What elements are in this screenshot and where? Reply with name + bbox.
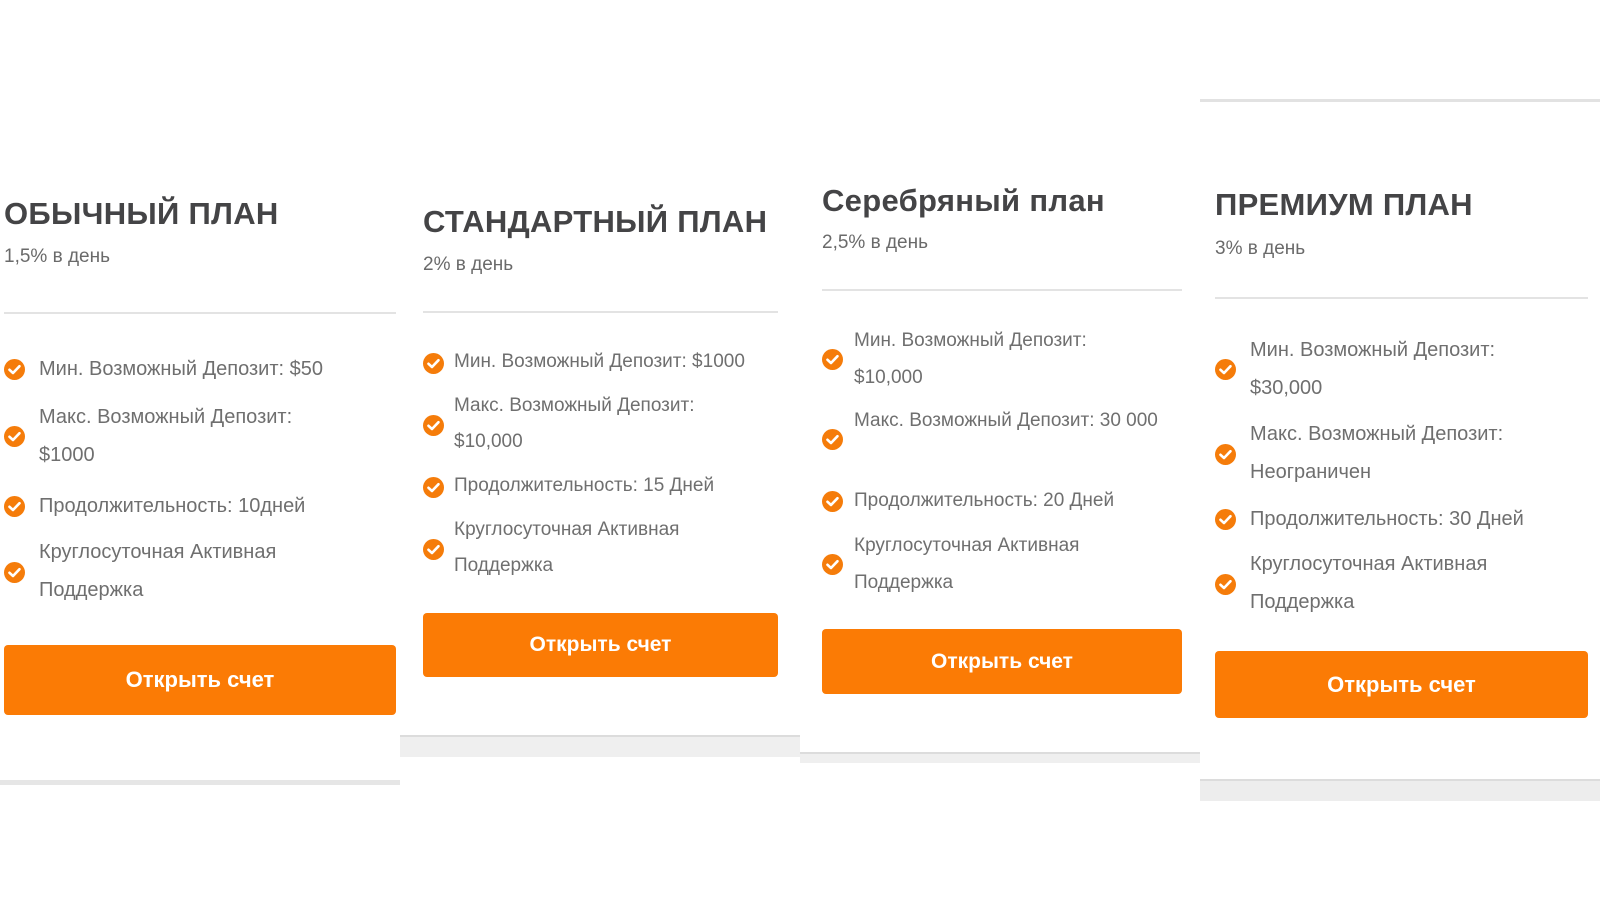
check-circle-icon: [4, 496, 25, 517]
plan-rate: 2,5% в день: [822, 232, 929, 253]
check-circle-icon: [423, 353, 444, 374]
plan-title: Серебряный план: [822, 183, 1105, 218]
feature-text: Круглосуточная Активная Поддержка: [454, 519, 680, 576]
open-account-button[interactable]: Открыть счет: [822, 629, 1182, 694]
divider: [4, 312, 396, 314]
plan-rate: 3% в день: [1215, 238, 1306, 259]
plan-card-standard: СТАНДАРТНЫЙ ПЛАН 2% в день Мин. Возможны…: [400, 0, 800, 900]
check-circle-icon: [423, 477, 444, 498]
check-circle-icon: [1215, 509, 1236, 530]
check-circle-icon: [822, 429, 843, 450]
open-account-button[interactable]: Открыть счет: [4, 645, 396, 715]
open-account-button[interactable]: Открыть счет: [423, 613, 778, 677]
card-bottom-edge: [1200, 780, 1600, 801]
divider: [822, 289, 1182, 291]
feature-text: Мин. Возможный Депозит: $50: [39, 358, 323, 380]
plan-title: ОБЫЧНЫЙ ПЛАН: [4, 196, 279, 231]
check-circle-icon: [1215, 359, 1236, 380]
plan-title: ПРЕМИУМ ПЛАН: [1215, 187, 1473, 222]
feature-text: Продолжительность: 10дней: [39, 495, 306, 517]
feature-text: Продолжительность: 15 Дней: [454, 475, 715, 496]
card-bottom-edge-line: [400, 735, 800, 737]
check-circle-icon: [1215, 444, 1236, 465]
feature-text: Мин. Возможный Депозит: $30,000: [1250, 339, 1496, 399]
card-bottom-edge: [400, 737, 800, 757]
card-bottom-edge: [800, 753, 1200, 763]
feature-text: Продолжительность: 20 Дней: [854, 490, 1115, 511]
feature-text: Мин. Возможный Депозит: $1000: [454, 351, 745, 372]
open-account-button[interactable]: Открыть счет: [1215, 651, 1588, 718]
divider: [1215, 297, 1588, 299]
plan-rate: 2% в день: [423, 254, 514, 275]
check-circle-icon: [4, 426, 25, 447]
plan-card-basic: ОБЫЧНЫЙ ПЛАН 1,5% в день Мин. Возможный …: [0, 0, 400, 900]
divider: [423, 311, 778, 313]
check-circle-icon: [822, 349, 843, 370]
check-circle-icon: [822, 554, 843, 575]
check-circle-icon: [1215, 574, 1236, 595]
feature-text: Макс. Возможный Депозит: Неограничен: [1250, 423, 1504, 483]
feature-text: Продолжительность: 30 Дней: [1250, 508, 1524, 530]
plan-title: СТАНДАРТНЫЙ ПЛАН: [423, 204, 768, 239]
card-top-edge: [1200, 99, 1600, 102]
check-circle-icon: [423, 539, 444, 560]
plan-card-silver: Серебряный план 2,5% в день Мин. Возможн…: [800, 0, 1200, 900]
feature-text: Макс. Возможный Депозит: $10,000: [454, 395, 695, 452]
check-circle-icon: [4, 562, 25, 583]
plan-rate: 1,5% в день: [4, 246, 111, 267]
feature-text: Макс. Возможный Депозит: $1000: [39, 406, 293, 466]
card-bottom-edge-line: [800, 752, 1200, 754]
check-circle-icon: [822, 491, 843, 512]
card-bottom-edge-line: [1200, 779, 1600, 781]
feature-text: Круглосуточная Активная Поддержка: [1250, 553, 1488, 613]
feature-text: Мин. Возможный Депозит: $10,000: [854, 330, 1087, 388]
card-bottom-edge: [0, 780, 400, 785]
feature-text: Круглосуточная Активная Поддержка: [39, 541, 277, 601]
feature-text: Круглосуточная Активная Поддержка: [854, 535, 1080, 593]
feature-text: Макс. Возможный Депозит: 30 000: [854, 410, 1158, 431]
plan-card-premium: ПРЕМИУМ ПЛАН 3% в день Мин. Возможный Де…: [1200, 0, 1600, 900]
check-circle-icon: [423, 415, 444, 436]
check-circle-icon: [4, 359, 25, 380]
